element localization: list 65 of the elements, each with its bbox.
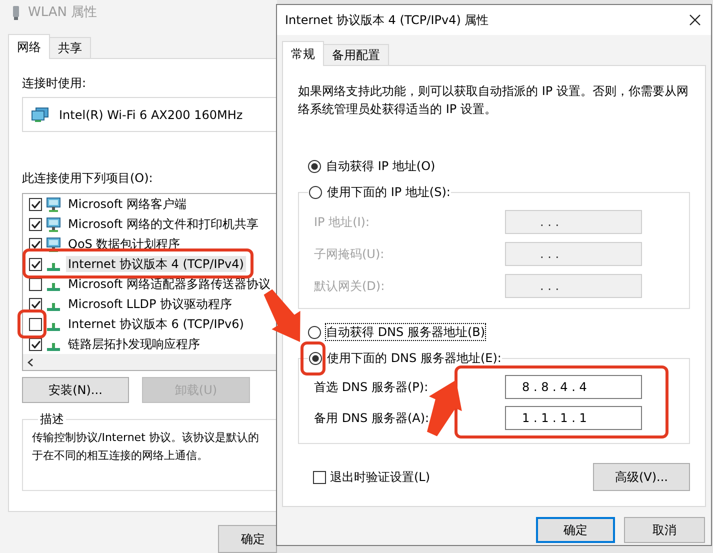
group-title: 描述 [39, 411, 65, 427]
radio-button[interactable] [309, 186, 322, 198]
dialog-button[interactable]: 取消 [624, 517, 705, 543]
field-label: IP 地址(I): [314, 214, 371, 230]
monitor-icon [46, 216, 62, 232]
field-label: 此连接使用下列项目(O): [22, 170, 154, 186]
checkbox[interactable] [29, 318, 42, 330]
field-label: 首选 DNS 服务器(P): [314, 378, 430, 394]
checkbox[interactable] [29, 338, 42, 350]
radio-button[interactable] [308, 160, 321, 172]
checkbox[interactable] [29, 198, 42, 210]
protocol-icon [47, 282, 60, 290]
dialog-button[interactable]: 确定 [536, 517, 615, 543]
checkbox[interactable] [29, 218, 42, 230]
field-label: 备用 DNS 服务器(A): [314, 410, 430, 426]
field-label: 子网掩码(U): [314, 246, 386, 262]
description-text: 于在不同的相互连接的网络上通信。 [32, 448, 209, 464]
pointer-arrow [264, 289, 300, 342]
address-field[interactable]: 8 . 8 . 4 . 4 [505, 374, 642, 398]
radio-label[interactable]: 使用下面的 IP 地址(S): [327, 184, 450, 200]
protocol-icon [47, 302, 60, 310]
highlight-frame [300, 342, 326, 376]
adapter-icon [12, 5, 20, 21]
action-button[interactable]: 安装(N)... [22, 377, 129, 403]
list-item[interactable]: 链路层拓扑发现响应程序 [66, 336, 202, 352]
radio-label[interactable]: 自动获得 IP 地址(O) [326, 158, 436, 174]
checkbox[interactable] [29, 278, 42, 290]
pointer-arrow [427, 380, 462, 436]
ok-button[interactable]: 确定 [218, 525, 277, 553]
window-title: WLAN 属性 [28, 5, 98, 21]
list-item[interactable]: Microsoft 网络的文件和打印机共享 [66, 216, 260, 232]
window-title: Internet 协议版本 4 (TCP/IPv4) 属性 [285, 12, 489, 28]
network-icon [31, 106, 49, 122]
checkbox[interactable] [29, 298, 42, 310]
description-text: 传输控制协议/Internet 协议。该协议是默认的 [32, 430, 260, 446]
checkbox[interactable] [313, 470, 326, 484]
list-item[interactable]: Internet 协议版本 4 (TCP/IPv4) [66, 256, 246, 272]
monitor-icon [46, 196, 62, 212]
scroll-left-icon[interactable] [27, 358, 34, 366]
protocol-icon [47, 262, 60, 270]
radio-label[interactable]: 自动获得 DNS 服务器地址(B) [326, 324, 486, 340]
intro-text: 如果网络支持此功能，则可以获取自动指派的 IP 设置。否则，你需要从网络系统管理员处获得适当的 IP 设置。 [298, 83, 690, 118]
tab[interactable]: 网络 [8, 34, 50, 59]
adapter-name: Intel(R) Wi-Fi 6 AX200 160MHz [59, 106, 243, 122]
list-item[interactable]: Microsoft 网络客户端 [66, 196, 188, 212]
list-item[interactable]: Microsoft LLDP 协议驱动程序 [66, 296, 234, 312]
checkbox[interactable] [29, 258, 42, 270]
field-label: 连接时使用: [22, 75, 88, 91]
list-item[interactable]: Microsoft 网络适配器多路传送器协议 [66, 276, 272, 292]
protocol-icon [47, 342, 60, 350]
address-field[interactable]: 1 . 1 . 1 . 1 [505, 406, 642, 430]
radio-button[interactable] [308, 326, 321, 338]
tab[interactable]: 共享 [49, 37, 91, 58]
radio-label[interactable]: 使用下面的 DNS 服务器地址(E): [327, 350, 502, 366]
protocol-icon [47, 322, 60, 330]
highlight-frame [18, 310, 46, 338]
list-item[interactable]: Internet 协议版本 6 (TCP/IPv6) [66, 316, 246, 332]
tab[interactable]: 备用配置 [323, 44, 389, 65]
field-label: 默认网关(D): [314, 278, 386, 294]
tab[interactable]: 常规 [282, 41, 324, 66]
monitor-icon [46, 236, 62, 252]
checkbox-label[interactable]: 退出时验证设置(L) [330, 469, 430, 485]
advanced-button[interactable]: 高级(V)... [593, 463, 690, 491]
radio-button[interactable] [309, 352, 322, 364]
close-icon[interactable] [689, 14, 701, 26]
